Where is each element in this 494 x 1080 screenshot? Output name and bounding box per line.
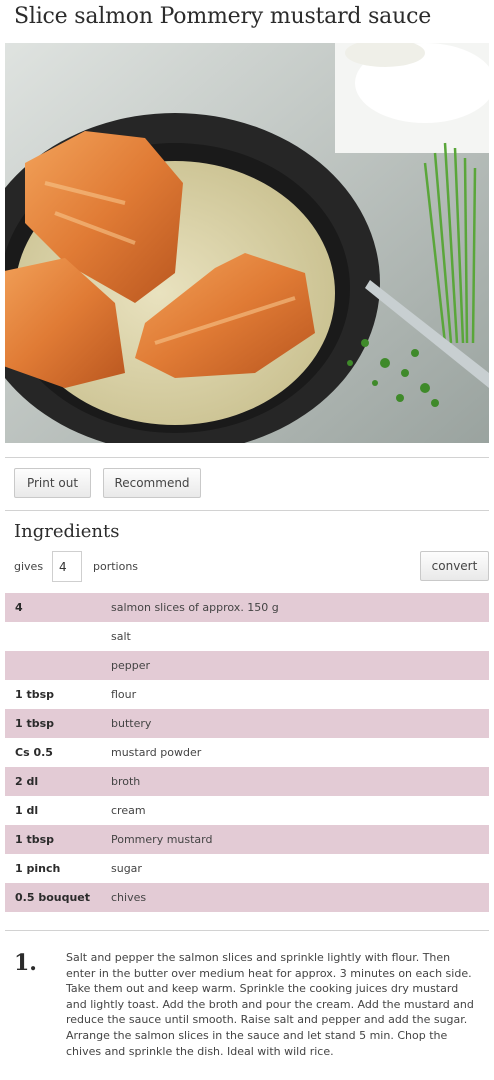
ingredient-qty: 2 dl (15, 775, 39, 788)
ingredient-row: 1 tbsp buttery (5, 709, 489, 738)
ingredients-heading: Ingredients (14, 521, 120, 542)
ingredient-qty: 4 (15, 601, 23, 614)
recommend-button[interactable]: Recommend (103, 468, 201, 498)
ingredient-row: 0.5 bouquet chives (5, 883, 489, 912)
ingredient-row: 1 dl cream (5, 796, 489, 825)
ingredient-name: broth (111, 775, 141, 788)
recipe-title: Slice salmon Pommery mustard sauce (14, 4, 432, 29)
ingredient-qty: 1 pinch (15, 862, 61, 875)
divider (5, 930, 489, 931)
ingredient-name: sugar (111, 862, 142, 875)
ingredient-name: pepper (111, 659, 151, 672)
salmon-pan-image (5, 43, 489, 443)
convert-button[interactable]: convert (420, 551, 489, 581)
ingredient-name: flour (111, 688, 137, 701)
ingredient-qty: 1 tbsp (15, 688, 55, 701)
portions-label: portions (93, 560, 139, 573)
step-number: 1. (14, 950, 37, 976)
ingredient-row: salt (5, 622, 489, 651)
ingredient-name: cream (111, 804, 146, 817)
recipe-photo (5, 43, 489, 443)
print-button[interactable]: Print out (14, 468, 91, 498)
divider (5, 510, 489, 511)
ingredient-name: chives (111, 891, 147, 904)
ingredient-row: 1 tbsp Pommery mustard (5, 825, 489, 854)
ingredient-name: mustard powder (111, 746, 202, 759)
ingredient-row: pepper (5, 651, 489, 680)
ingredient-name: salmon slices of approx. 150 g (111, 601, 279, 614)
portions-input[interactable] (52, 551, 82, 582)
ingredient-name: buttery (111, 717, 152, 730)
ingredient-qty: 1 dl (15, 804, 39, 817)
ingredient-row: 2 dl broth (5, 767, 489, 796)
ingredient-qty: 0.5 bouquet (15, 891, 91, 904)
ingredient-row: 1 pinch sugar (5, 854, 489, 883)
ingredient-row: 4 salmon slices of approx. 150 g (5, 593, 489, 622)
ingredient-qty: Cs 0.5 (15, 746, 53, 759)
ingredient-qty: 1 tbsp (15, 717, 55, 730)
gives-label: gives (14, 560, 44, 573)
ingredients-table: 4 salmon slices of approx. 150 g salt pep… (5, 593, 489, 912)
ingredient-name: salt (111, 630, 131, 643)
ingredient-qty: 1 tbsp (15, 833, 55, 846)
divider (5, 457, 489, 458)
ingredient-row: Cs 0.5 mustard powder (5, 738, 489, 767)
ingredient-name: Pommery mustard (111, 833, 213, 846)
ingredient-row: 1 tbsp flour (5, 680, 489, 709)
step-text: Salt and pepper the salmon slices and sp… (66, 951, 474, 1058)
